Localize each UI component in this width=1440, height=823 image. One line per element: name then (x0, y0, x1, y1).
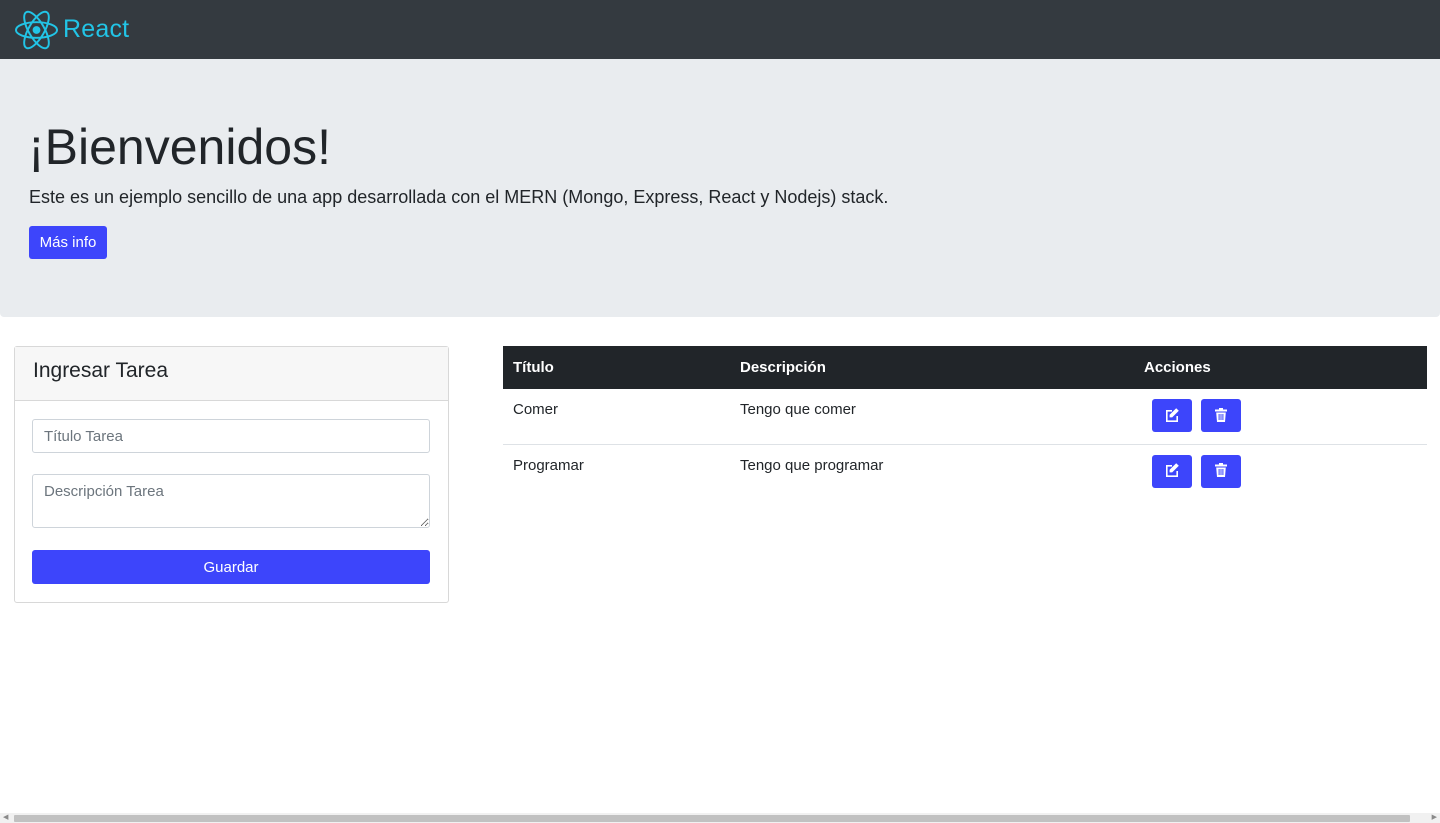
header-description: Descripción (730, 346, 1134, 389)
scrollbar-thumb[interactable] (14, 815, 1410, 822)
trash-icon (1215, 463, 1228, 477)
task-description-cell: Tengo que comer (740, 401, 856, 418)
table-row: Comer Tengo que comer (503, 389, 1427, 444)
task-actions-cell (1134, 443, 1427, 499)
react-atom-icon (14, 10, 59, 49)
task-title-cell: Programar (503, 443, 730, 499)
header-title: Título (503, 346, 730, 389)
trash-icon (1215, 407, 1228, 422)
more-info-button[interactable]: Más info (29, 226, 107, 259)
table-row: Programar Tengo que programar (503, 443, 1427, 499)
task-form-title: Ingresar Tarea (15, 347, 448, 401)
delete-button[interactable] (1201, 399, 1242, 432)
save-button[interactable]: Guardar (32, 550, 430, 584)
scroll-right-icon[interactable]: ▶ (1432, 814, 1437, 822)
task-description-cell: Tengo que programar (730, 443, 1134, 499)
navbar-brand[interactable]: React (14, 10, 129, 50)
edit-button[interactable] (1152, 399, 1192, 432)
brand-label: React (63, 15, 130, 43)
tasks-table: Título Descripción Acciones Comer Tengo … (503, 346, 1427, 499)
jumbotron: ¡Bienvenidos! Este es un ejemplo sencill… (0, 59, 1440, 317)
lead-text: Este es un ejemplo sencillo de una app d… (29, 187, 889, 207)
navbar: React (0, 0, 1440, 59)
edit-icon (1166, 407, 1179, 422)
task-description-input[interactable] (32, 474, 430, 528)
task-actions-cell (1134, 389, 1427, 444)
page-title: ¡Bienvenidos! (28, 119, 331, 175)
header-actions: Acciones (1134, 346, 1427, 389)
table-header-row: Título Descripción Acciones (503, 346, 1427, 389)
scroll-left-icon[interactable]: ◀ (3, 814, 8, 822)
delete-button[interactable] (1201, 454, 1242, 488)
edit-icon (1166, 463, 1179, 477)
task-form-card: Ingresar Tarea Guardar (14, 346, 449, 603)
edit-button[interactable] (1152, 454, 1192, 488)
horizontal-scrollbar[interactable]: ◀ ▶ (0, 813, 1440, 823)
task-title-input[interactable] (32, 419, 430, 453)
task-title-cell: Comer (513, 401, 559, 418)
